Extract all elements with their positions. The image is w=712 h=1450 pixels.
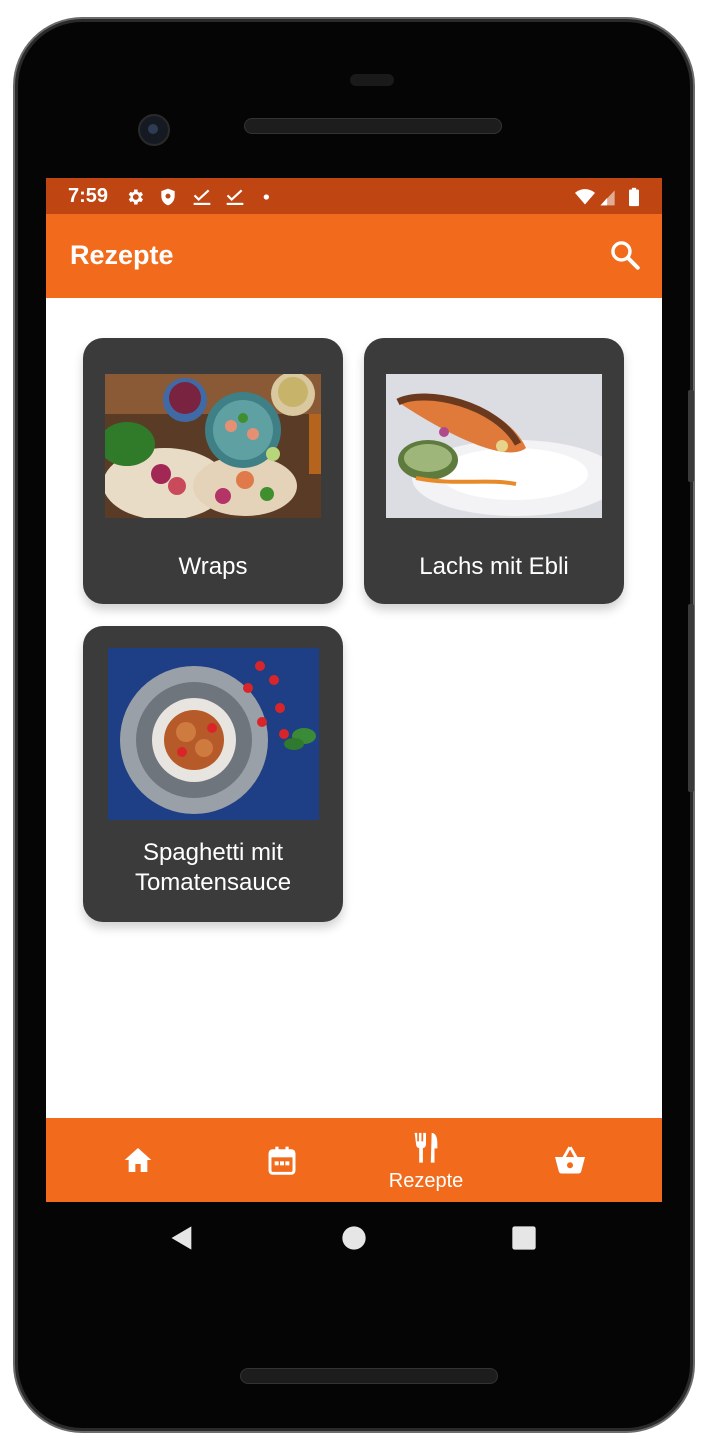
recipe-card-wraps[interactable]: Wraps xyxy=(83,338,343,604)
top-sensor xyxy=(350,74,394,86)
nav-home[interactable] xyxy=(66,1118,210,1202)
home-circle-icon[interactable] xyxy=(340,1224,368,1252)
search-icon[interactable] xyxy=(608,238,642,272)
calendar-icon xyxy=(268,1146,296,1175)
page-title: Rezepte xyxy=(70,240,174,270)
check-icon xyxy=(226,189,244,205)
bottom-navigation: Rezepte xyxy=(46,1118,662,1202)
cutlery-icon xyxy=(414,1132,438,1163)
check-icon xyxy=(193,189,211,205)
front-camera xyxy=(138,114,170,146)
recipe-image-lachs xyxy=(386,374,602,518)
bottom-speaker xyxy=(240,1368,498,1384)
screen: 7:59 Rezepte Wraps Lachs mit Ebli Spaghe… xyxy=(46,178,662,1202)
recipe-grid: Wraps Lachs mit Ebli Spaghetti mit Tomat… xyxy=(46,298,662,1202)
back-icon[interactable] xyxy=(168,1224,196,1252)
recipe-image-wraps xyxy=(105,374,321,518)
recipe-title: Lachs mit Ebli xyxy=(419,553,569,580)
nav-label-recipes: Rezepte xyxy=(388,1170,464,1192)
nav-basket[interactable] xyxy=(498,1118,642,1202)
status-time: 7:59 xyxy=(68,185,109,207)
recipe-card-lachs[interactable]: Lachs mit Ebli xyxy=(364,338,624,604)
home-icon xyxy=(124,1148,152,1172)
overview-icon[interactable] xyxy=(510,1224,538,1252)
settings-icon xyxy=(128,189,143,205)
signal-icon xyxy=(600,190,615,206)
earpiece-speaker xyxy=(244,118,502,134)
nav-calendar[interactable] xyxy=(210,1118,354,1202)
system-navigation xyxy=(46,1202,662,1278)
app-bar: Rezepte xyxy=(46,214,662,298)
recipe-image-spaghetti xyxy=(108,648,319,820)
basket-icon xyxy=(555,1146,585,1174)
wifi-icon xyxy=(575,189,595,205)
recipe-title: Spaghetti mit Tomatensauce xyxy=(134,839,292,896)
recipe-card-spaghetti[interactable]: Spaghetti mit Tomatensauce xyxy=(83,626,343,922)
status-bar: 7:59 xyxy=(46,178,662,214)
recipe-title: Wraps xyxy=(178,553,248,580)
dot-icon xyxy=(263,194,269,200)
power-button xyxy=(688,390,694,482)
battery-icon xyxy=(629,187,639,207)
volume-button xyxy=(688,604,694,792)
nav-recipes[interactable]: Rezepte xyxy=(354,1118,498,1202)
shield-icon xyxy=(161,188,175,206)
